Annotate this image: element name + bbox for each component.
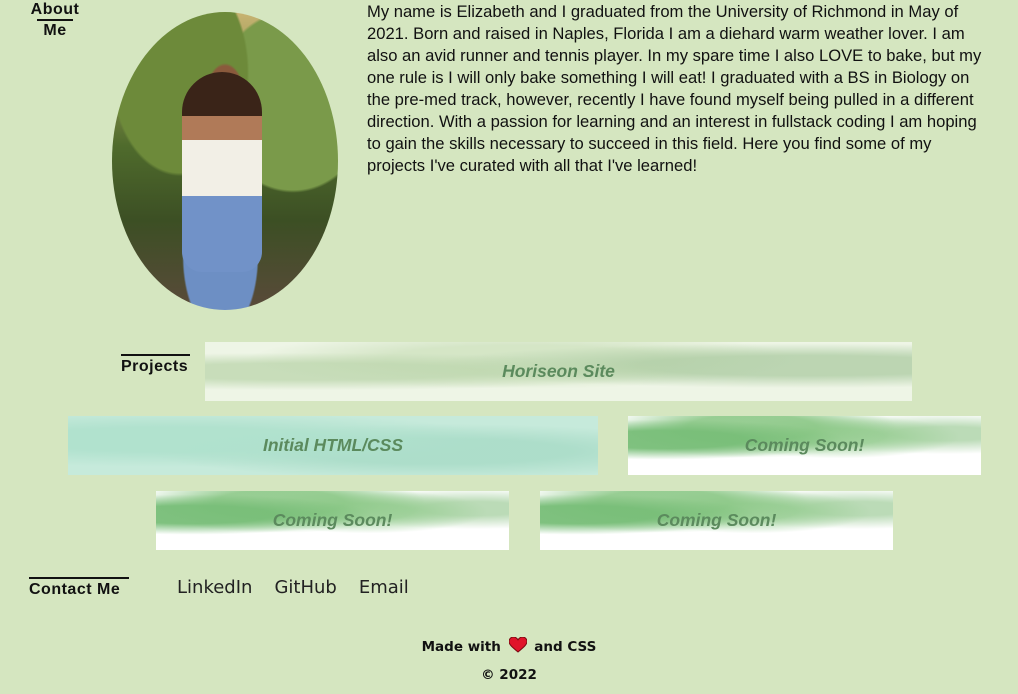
copyright: © 2022	[481, 667, 537, 683]
and-css-text: and CSS	[534, 639, 597, 655]
project-card-label: Initial HTML/CSS	[263, 435, 403, 455]
bio-text: My name is Elizabeth and I graduated fro…	[367, 2, 982, 175]
profile-photo	[112, 12, 338, 310]
project-card-label: Coming Soon!	[656, 510, 777, 530]
project-card-initial-html-css[interactable]: Initial HTML/CSS	[68, 416, 598, 475]
about-heading: About Me	[22, 0, 88, 41]
project-card-coming-soon-3[interactable]: Coming Soon!	[540, 491, 893, 550]
project-card-label: Horiseon Site	[502, 361, 615, 381]
made-with-text: Made with	[421, 639, 501, 655]
project-card-label: Coming Soon!	[272, 510, 393, 530]
contact-heading-label: Contact Me	[29, 581, 121, 598]
heading-underline	[121, 354, 190, 356]
heading-underline	[29, 577, 129, 579]
projects-heading: Projects	[121, 354, 190, 376]
project-card-coming-soon-1[interactable]: Coming Soon!	[628, 416, 981, 475]
about-heading-line1: About	[30, 1, 80, 18]
email-link[interactable]: Email	[359, 577, 409, 598]
contact-links: LinkedIn GitHub Email	[177, 577, 409, 598]
project-card-label: Coming Soon!	[744, 435, 865, 455]
footer-made-with: Made with and CSS	[0, 636, 1018, 657]
profile-photo-figure	[182, 72, 262, 272]
github-link[interactable]: GitHub	[274, 577, 336, 598]
project-card-coming-soon-2[interactable]: Coming Soon!	[156, 491, 509, 550]
project-card-horiseon[interactable]: Horiseon Site	[205, 342, 912, 401]
linkedin-link[interactable]: LinkedIn	[177, 577, 252, 598]
contact-heading: Contact Me	[29, 577, 129, 599]
heart-icon	[508, 636, 528, 657]
projects-heading-label: Projects	[121, 358, 189, 375]
about-heading-line2: Me	[43, 22, 67, 39]
